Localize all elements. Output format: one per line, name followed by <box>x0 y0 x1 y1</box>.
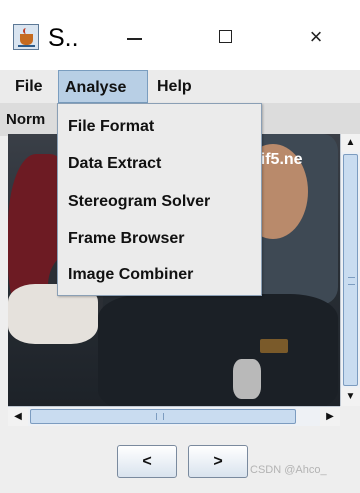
menu-item-stereogram-solver[interactable]: Stereogram Solver <box>68 193 210 211</box>
vertical-scrollbar[interactable]: ▲ ▼ <box>340 134 360 406</box>
mode-label: Norm <box>6 111 46 128</box>
close-button[interactable]: × <box>296 20 336 54</box>
menu-file[interactable]: File <box>9 70 49 103</box>
image-region <box>260 339 288 353</box>
vertical-scroll-thumb[interactable] <box>343 154 358 386</box>
title-bar: S.. × <box>0 0 360 70</box>
menu-analyse[interactable]: Analyse <box>58 70 148 103</box>
maximize-button[interactable] <box>206 20 246 54</box>
close-icon: × <box>309 24 323 49</box>
horizontal-scroll-thumb[interactable] <box>30 409 296 424</box>
menu-item-image-combiner[interactable]: Image Combiner <box>68 266 193 284</box>
analyse-dropdown-menu: File Format Data Extract Stereogram Solv… <box>57 103 262 296</box>
image-region <box>233 359 261 399</box>
scroll-corner <box>340 406 360 426</box>
image-region <box>98 294 338 406</box>
grip-icon <box>348 277 355 285</box>
window-title: S.. <box>48 24 79 52</box>
minimize-icon <box>127 38 142 40</box>
menu-item-file-format[interactable]: File Format <box>68 118 154 136</box>
scroll-up-button[interactable]: ▲ <box>341 134 360 152</box>
scroll-right-button[interactable]: ▶ <box>320 407 340 426</box>
watermark: CSDN @Ahco_ <box>250 464 327 476</box>
scroll-left-button[interactable]: ◀ <box>8 407 28 426</box>
minimize-button[interactable] <box>114 20 154 54</box>
menu-help[interactable]: Help <box>151 70 198 103</box>
menu-item-data-extract[interactable]: Data Extract <box>68 155 161 173</box>
java-app-icon[interactable] <box>13 24 39 50</box>
maximize-icon <box>219 30 232 43</box>
menu-item-frame-browser[interactable]: Frame Browser <box>68 230 185 248</box>
horizontal-scrollbar[interactable]: ◀ ▶ <box>8 406 340 426</box>
next-button[interactable]: > <box>188 445 248 478</box>
previous-button[interactable]: < <box>117 445 177 478</box>
grip-icon <box>156 413 164 420</box>
scroll-down-button[interactable]: ▼ <box>341 388 360 406</box>
menu-bar: File Analyse Help <box>0 70 360 103</box>
